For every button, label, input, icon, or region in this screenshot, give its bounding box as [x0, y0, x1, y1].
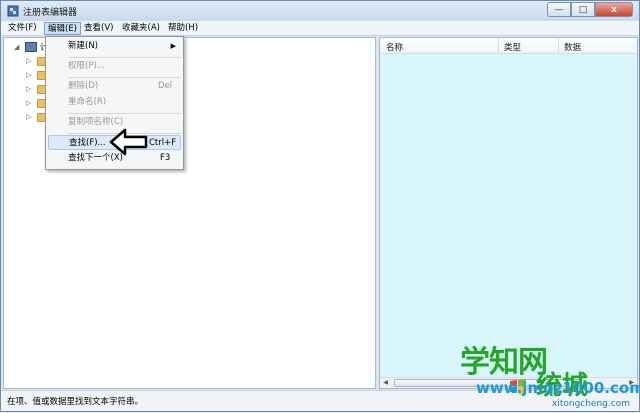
column-type[interactable]: 类型 [504, 41, 521, 53]
close-button[interactable]: x [595, 2, 633, 17]
site-watermark: 学知网 统城 www.jmqz1000.com xitongcheng.com [456, 337, 640, 413]
menu-item-permissions[interactable]: 权限(P)... [48, 59, 181, 74]
scroll-left-icon[interactable]: ◀ [380, 378, 391, 388]
menu-favorites[interactable]: 收藏夹(A) [119, 22, 163, 35]
menu-item-label: 查找(F)... [69, 138, 106, 148]
menu-bar: 文件(F) 编辑(E) 查看(V) 收藏夹(A) 帮助(H) [1, 21, 639, 36]
menu-separator [68, 57, 181, 58]
menu-help[interactable]: 帮助(H) [165, 22, 201, 35]
watermark-main-text: 学知网 [460, 345, 548, 380]
expand-icon[interactable]: ▷ [26, 113, 34, 121]
menu-edit[interactable]: 编辑(E) [44, 22, 82, 35]
menu-separator [68, 113, 181, 114]
registry-app-icon [7, 5, 19, 17]
expand-icon[interactable]: ▷ [26, 57, 34, 65]
menu-item-shortcut: F3 [160, 153, 171, 163]
maximize-button[interactable]: □ [571, 2, 595, 17]
pointing-arrow-icon [109, 128, 148, 156]
column-data[interactable]: 数据 [564, 41, 581, 53]
collapse-icon[interactable]: ◢ [14, 43, 22, 51]
watermark-url-secondary: xitongcheng.com [552, 399, 630, 409]
menu-item-label: 新建(N) [68, 41, 98, 51]
tree-root[interactable]: ◢ 计 [14, 41, 49, 53]
menu-view[interactable]: 查看(V) [81, 22, 116, 35]
expand-icon[interactable]: ▷ [26, 85, 34, 93]
column-header: 名称 类型 数据 [380, 38, 637, 54]
submenu-arrow-icon: ▶ [170, 42, 176, 50]
column-divider[interactable] [558, 38, 559, 54]
menu-item-label: 权限(P)... [68, 61, 105, 71]
menu-item-new[interactable]: 新建(N) ▶ [48, 39, 181, 54]
window-controls: — □ x [547, 2, 633, 18]
menu-item-label: 删除(D) [68, 81, 99, 91]
expand-icon[interactable]: ▷ [26, 71, 34, 79]
menu-separator [68, 77, 181, 78]
menu-item-rename[interactable]: 重命名(R) [48, 95, 181, 110]
minimize-button[interactable]: — [547, 2, 571, 17]
menu-file[interactable]: 文件(F) [5, 22, 40, 35]
registry-editor-window: 注册表编辑器 — □ x 文件(F) 编辑(E) 查看(V) 收藏夹(A) 帮助… [0, 0, 640, 412]
menu-item-shortcut: Ctrl+F [149, 138, 177, 148]
column-name[interactable]: 名称 [386, 41, 403, 53]
menu-item-delete[interactable]: 删除(D) Del [48, 79, 181, 94]
expand-icon[interactable]: ▷ [26, 99, 34, 107]
title-bar[interactable]: 注册表编辑器 — □ x [1, 1, 639, 21]
menu-item-label: 重命名(R) [68, 97, 107, 107]
window-title: 注册表编辑器 [23, 8, 78, 18]
watermark-url: www.jmqz1000.com [476, 379, 640, 397]
column-divider[interactable] [498, 38, 499, 54]
menu-item-shortcut: Del [158, 81, 173, 91]
status-text: 在项、值或数据里找到文本字符串。 [7, 397, 144, 407]
computer-icon [25, 42, 37, 52]
